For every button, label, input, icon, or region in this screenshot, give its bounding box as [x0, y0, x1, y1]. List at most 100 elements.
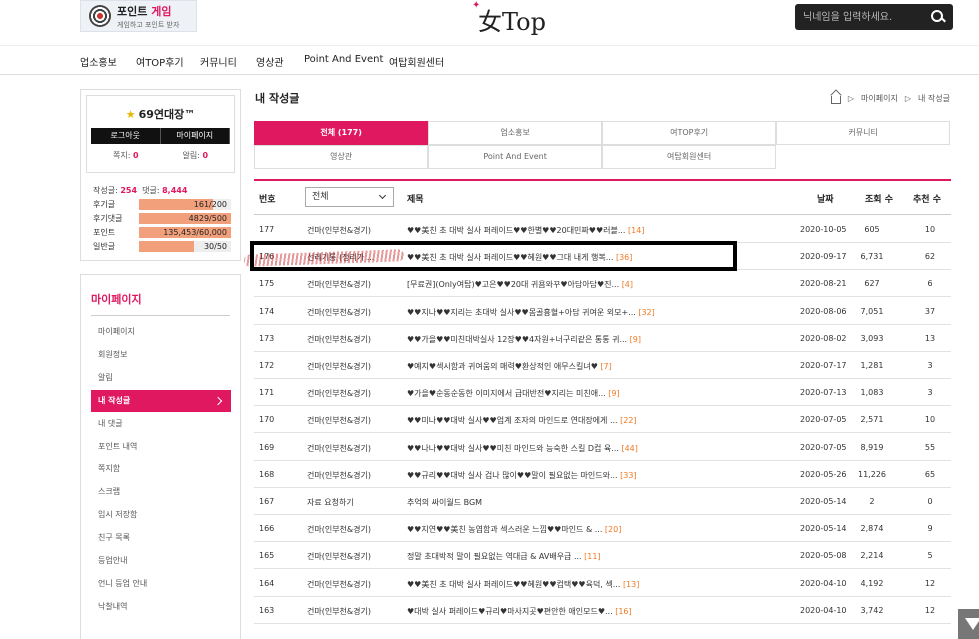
post-date: 2020-07-13 — [800, 388, 847, 398]
sidebar-item[interactable]: 언니 등업 안내 — [91, 573, 231, 595]
post-title[interactable]: ♥♥나나♥♥대박 실사♥♥미친 마인드와 능숙한 스킬 D컵 육... [44] — [407, 443, 787, 454]
post-views: 2 — [869, 497, 875, 506]
table-row[interactable]: 168 건마(인부천&경기) ♥♥규리♥♥대박 실사 겁나 많이♥♥말이 필요없는 … — [254, 461, 951, 488]
filter-select[interactable]: 전체 — [305, 187, 394, 207]
sidebar-item[interactable]: 내 작성글 — [91, 389, 231, 412]
post-title[interactable]: ♥♥규리♥♥대박 실사 겁나 많이♥♥말이 필요없는 마인드와... [33] — [407, 470, 787, 481]
post-board[interactable]: 건마(인부천&경기) — [307, 443, 393, 454]
col-num: 번호 — [259, 195, 276, 205]
table-row[interactable]: 173 건마(인부천&경기) ♥♥가을♥♥미친대박실사 12장♥♥4자원+너구리같은… — [254, 325, 951, 352]
tab-member-center[interactable]: 여탑회원센터 — [602, 145, 777, 169]
sidebar-item[interactable]: 친구 목록 — [91, 527, 231, 549]
post-title[interactable]: ♥대박 실사 퍼레이드♥규리♥마사지곳♥편안한 애인모드♥... [16] — [407, 606, 787, 617]
post-recommend: 12 — [924, 578, 936, 588]
post-board[interactable]: 건마(인부천&경기) — [307, 415, 393, 426]
breadcrumb-item[interactable]: 마이페이지 — [861, 93, 898, 104]
table-row[interactable]: 177 건마(인부천&경기) ♥♥美친 초 대박 실사 퍼레이드♥♥한별♥♥20대민… — [254, 216, 951, 243]
post-stats: 작성글: 254 댓글: 8,444 — [93, 186, 188, 195]
post-board[interactable]: 건마(인부천&경기) — [307, 606, 393, 617]
tab-promo[interactable]: 업소홍보 — [428, 121, 603, 145]
post-number: 166 — [259, 524, 275, 534]
sidebar-item[interactable]: 임시 저장함 — [91, 504, 231, 526]
progress-row: 후기글 161/200 — [93, 199, 235, 210]
point-game-banner[interactable]: 포인트 게임 게임하고 포인트 받자 — [80, 0, 197, 32]
table-row[interactable]: 163 건마(인부천&경기) ♥대박 실사 퍼레이드♥규리♥마사지곳♥편안한 애인모… — [254, 597, 951, 624]
table-row[interactable]: 169 건마(인부천&경기) ♥♥나나♥♥대박 실사♥♥미친 마인드와 능숙한 스킬… — [254, 434, 951, 461]
col-rec[interactable]: 추천 수 — [913, 192, 941, 205]
logout-button[interactable]: 로그아웃 — [91, 128, 161, 144]
nav-item-review[interactable]: 여TOP후기 — [136, 54, 184, 69]
table-row[interactable]: 167 자료 요청하기 추억의 싸이월드 BGM 2020-05-14 2 0 — [254, 488, 951, 515]
table-row[interactable]: 171 건마(인부천&경기) ♥가을♥순동순동한 이미지에서 급대반전♥지리는 미친… — [254, 379, 951, 407]
post-board[interactable]: 건마(인부천&경기) — [307, 334, 393, 345]
sidebar-item[interactable]: 회원정보 — [91, 344, 231, 366]
post-board[interactable]: 건마(인부천&경기) — [307, 579, 393, 590]
post-recommend: 6 — [927, 279, 933, 289]
post-title[interactable]: ♥예지♥섹시함과 귀여움의 매력♥환상적인 애무스킬녀♥ [7] — [407, 361, 787, 372]
nav-item-member-center[interactable]: 여탑회원센터 — [389, 54, 444, 69]
sidebar-item[interactable]: 알림 — [91, 367, 231, 389]
mypage-button[interactable]: 마이페이지 — [160, 128, 230, 144]
post-title[interactable]: 정말 초대박적 말이 필요없는 역대급 & AV배우급 ... [11] — [407, 551, 787, 562]
comment-count: [4] — [621, 280, 634, 290]
sidebar-item[interactable]: 포인트 내역 — [91, 436, 231, 458]
post-board[interactable]: 건마(인부천&경기) — [307, 524, 393, 535]
post-board[interactable]: 건마(인부천&경기) — [307, 470, 393, 481]
nav-item-community[interactable]: 커뮤니티 — [200, 54, 237, 69]
progress-row: 일반글 30/50 — [93, 241, 235, 252]
post-recommend: 62 — [924, 252, 936, 262]
post-board[interactable]: 건마(인부천&경기) — [307, 551, 393, 562]
post-title[interactable]: ♥♥가을♥♥미친대박실사 12장♥♥4자원+너구리같은 통통 귀... [9] — [407, 334, 787, 345]
nav-item-point-event[interactable]: Point And Event — [304, 54, 383, 65]
post-title[interactable]: ♥♥지연♥♥美친 농염함과 섹스러운 느낌♥♥마인드 & ... [20] — [407, 524, 787, 535]
post-title[interactable]: ♥♥美친 초 대박 실사 퍼레이드♥♥혜원♥♥컴택♥♥육덕, 섹... [13] — [407, 579, 787, 590]
nav-item-promo[interactable]: 업소홍보 — [80, 54, 117, 69]
post-board[interactable]: 건마(인부천&경기) — [307, 388, 393, 399]
sidebar-item[interactable]: 내 댓글 — [91, 413, 231, 435]
sidebar-item[interactable]: 쪽지함 — [91, 458, 231, 480]
breadcrumb-item[interactable]: 내 작성글 — [918, 93, 950, 104]
tab-all[interactable]: 전체 (177) — [254, 121, 429, 145]
post-title[interactable]: ♥♥지나♥♥지리는 초대박 실사♥♥몸골흉혈+아담 귀여운 외모+... [32… — [407, 307, 787, 318]
table-row[interactable]: 175 건마(인부천&경기) [무료권](Only여탑)♥고은♥♥20대 귀욤와꾸♥… — [254, 270, 951, 298]
progress-row: 후기댓글 4829/500 — [93, 213, 235, 224]
post-board[interactable]: 건마(인부천&경기) — [307, 361, 393, 372]
tab-community[interactable]: 커뮤니티 — [776, 121, 951, 145]
post-title[interactable]: ♥♥美친 초 대박 실사 퍼레이드♥♥한별♥♥20대민짜♥♥러블... [14] — [407, 225, 787, 236]
table-row[interactable]: 170 건마(인부천&경기) ♥♥미나♥♥대박 실사♥♥업계 조자의 마인드로 연대… — [254, 406, 951, 434]
table-row[interactable]: 164 건마(인부천&경기) ♥♥美친 초 대박 실사 퍼레이드♥♥혜원♥♥컴택♥♥… — [254, 570, 951, 597]
sidebar-item[interactable]: 마이페이지 — [91, 321, 231, 343]
col-date[interactable]: 날짜 — [817, 192, 834, 205]
sidebar-item[interactable]: 스크랩 — [91, 481, 231, 503]
post-date: 2020-08-06 — [800, 306, 847, 316]
post-number: 163 — [259, 605, 275, 615]
post-views: 2,214 — [860, 551, 884, 561]
post-board[interactable]: 건마(인부천&경기) — [307, 225, 393, 236]
search-icon[interactable] — [931, 10, 945, 24]
post-title[interactable]: 추억의 싸이월드 BGM — [407, 497, 787, 508]
nav-item-video[interactable]: 영상관 — [256, 54, 284, 69]
tab-point-event[interactable]: Point And Event — [428, 145, 603, 169]
alarm-count[interactable]: 알림: 0 — [161, 150, 231, 161]
sidebar-item[interactable]: 등업안내 — [91, 550, 231, 572]
table-row[interactable]: 166 건마(인부천&경기) ♥♥지연♥♥美친 농염함과 섹스러운 느낌♥♥마인드 … — [254, 515, 951, 543]
table-row[interactable]: 165 건마(인부천&경기) 정말 초대박적 말이 필요없는 역대급 & AV배우급… — [254, 542, 951, 570]
tab-video[interactable]: 영상관 — [254, 145, 429, 169]
scroll-top-icon[interactable] — [958, 609, 979, 639]
table-row[interactable]: 172 건마(인부천&경기) ♥예지♥섹시함과 귀여움의 매력♥환상적인 애무스킬녀… — [254, 352, 951, 379]
post-board[interactable]: 건마(인부천&경기) — [307, 279, 393, 290]
tab-review[interactable]: 여TOP후기 — [602, 121, 777, 145]
note-count[interactable]: 쪽지: 0 — [91, 150, 161, 161]
table-row[interactable]: 174 건마(인부천&경기) ♥♥지나♥♥지리는 초대박 실사♥♥몸골흉혈+아담 귀… — [254, 298, 951, 325]
post-title[interactable]: ♥♥미나♥♥대박 실사♥♥업계 조자의 마인드로 연대장에게 ... [22] — [407, 415, 787, 426]
post-title[interactable]: [무료권](Only여탑)♥고은♥♥20대 귀욤와꾸♥아담아담♥진... [4] — [407, 279, 787, 290]
post-board[interactable]: 건마(인부천&경기) — [307, 307, 393, 318]
col-views[interactable]: 조회 수 — [865, 192, 893, 205]
search-input[interactable] — [795, 10, 923, 24]
site-logo[interactable]: ✦ 女Top — [472, 0, 546, 37]
sidebar-item[interactable]: 낙찰내역 — [91, 596, 231, 618]
home-icon[interactable] — [830, 96, 841, 104]
post-title[interactable]: ♥가을♥순동순동한 이미지에서 급대반전♥지리는 미친애... [9] — [407, 388, 787, 399]
post-board[interactable]: 자료 요청하기 — [307, 497, 393, 508]
post-views: 6,731 — [860, 252, 884, 262]
